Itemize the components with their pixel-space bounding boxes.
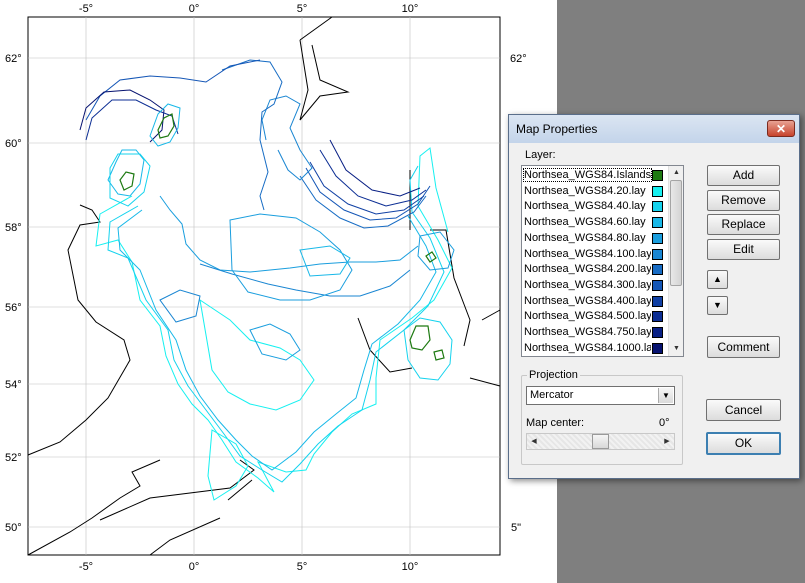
lat-label: 54° <box>5 379 22 391</box>
projection-label: Projection <box>527 369 580 381</box>
layer-list-item[interactable]: Northsea_WGS84.100.lay <box>523 247 667 263</box>
close-icon: ✕ <box>775 122 787 136</box>
layer-list-item[interactable]: Northsea_WGS84.300.lay <box>523 278 667 294</box>
dialog-titlebar[interactable]: Map Properties ✕ <box>509 115 799 143</box>
lon-label-bottom: -5° <box>79 561 93 573</box>
layer-color-swatch[interactable] <box>652 264 663 276</box>
layer-color-swatch[interactable] <box>652 279 663 291</box>
layer-list-item[interactable]: Northsea_WGS84.1000.la <box>523 341 667 356</box>
layer-list-item[interactable]: Northsea_WGS84.20.lay <box>523 184 667 200</box>
layer-list-item[interactable]: Northsea_WGS84.80.lay <box>523 231 667 247</box>
layer-name: Northsea_WGS84.100.lay <box>524 247 651 260</box>
layer-color-swatch[interactable] <box>652 170 663 181</box>
map-center-thumb[interactable] <box>592 434 609 449</box>
map-center-value: 0° <box>659 417 670 429</box>
lat-label: 56° <box>5 302 22 314</box>
lat-label: 52° <box>5 452 22 464</box>
layer-name: Northsea_WGS84.40.lay <box>524 200 646 213</box>
layer-list-item[interactable]: Northsea_WGS84.400.lay <box>523 294 667 310</box>
layer-color-swatch[interactable] <box>652 342 663 354</box>
lat-label-right: 62° <box>510 53 527 65</box>
projection-select[interactable]: Mercator ▼ <box>526 386 675 405</box>
layer-list-scrollbar[interactable]: ▲ ▼ <box>668 166 683 356</box>
lat-label: 50° <box>5 522 22 534</box>
replace-button[interactable]: Replace <box>707 214 780 235</box>
map-properties-dialog: Map Properties ✕ Layer: Northsea_WGS84.I… <box>508 114 800 479</box>
layer-list-item[interactable]: Northsea_WGS84.40.lay <box>523 199 667 215</box>
move-down-button[interactable]: ▼ <box>707 296 728 315</box>
layer-name: Northsea_WGS84.750.lay <box>524 326 651 338</box>
lon-label-bottom: 5° <box>297 561 308 573</box>
layer-name: Northsea_WGS84.80.lay <box>524 231 646 244</box>
layer-color-swatch[interactable] <box>652 248 663 260</box>
add-button[interactable]: Add <box>707 165 780 186</box>
edit-button[interactable]: Edit <box>707 239 780 260</box>
close-button[interactable]: ✕ <box>767 120 795 137</box>
layer-color-swatch[interactable] <box>652 232 663 244</box>
lon-label-top: 10° <box>402 3 419 15</box>
lon-label-top: 5° <box>297 3 308 15</box>
layer-list[interactable]: Northsea_WGS84.Islands. Northsea_WGS84.20… <box>521 165 684 357</box>
layer-name: Northsea_WGS84.60.lay <box>524 216 646 229</box>
layer-list-item[interactable]: Northsea_WGS84.200.lay <box>523 262 667 278</box>
layer-list-item[interactable]: Northsea_WGS84.500.lay <box>523 309 667 325</box>
arrow-up-icon: ▲ <box>713 274 722 284</box>
lat-label: 60° <box>5 138 22 150</box>
scroll-left-arrow-icon[interactable]: ◀ <box>527 434 541 449</box>
ok-button[interactable]: OK <box>706 432 781 455</box>
layer-color-swatch[interactable] <box>652 217 663 229</box>
projection-value: Mercator <box>530 389 574 401</box>
layer-list-item[interactable]: Northsea_WGS84.750.lay <box>523 325 667 341</box>
layer-color-swatch[interactable] <box>652 185 663 197</box>
layer-color-swatch[interactable] <box>652 327 663 338</box>
lon-label-bottom: 0° <box>189 561 200 573</box>
layer-name: Northsea_WGS84.500.lay <box>524 310 651 323</box>
comment-button[interactable]: Comment <box>707 336 780 358</box>
map-center-slider[interactable]: ◀ ▶ <box>526 433 675 450</box>
layer-color-swatch[interactable] <box>652 311 663 323</box>
lon-label-top: -5° <box>79 3 93 15</box>
dialog-title: Map Properties <box>516 122 598 136</box>
layer-label: Layer: <box>525 149 556 161</box>
arrow-down-icon: ▼ <box>713 300 722 310</box>
layer-name: Northsea_WGS84.400.lay <box>524 294 651 307</box>
lon-label-top: 0° <box>189 3 200 15</box>
layer-name: Northsea_WGS84.20.lay <box>524 184 646 197</box>
move-up-button[interactable]: ▲ <box>707 270 728 289</box>
scroll-up-arrow-icon[interactable]: ▲ <box>669 166 683 180</box>
scroll-down-arrow-icon[interactable]: ▼ <box>669 342 683 356</box>
lat-label: 62° <box>5 53 22 65</box>
layer-name: Northsea_WGS84.Islands. <box>523 168 652 182</box>
cancel-button[interactable]: Cancel <box>706 399 781 421</box>
lat-label: 58° <box>5 222 22 234</box>
layer-color-swatch[interactable] <box>652 295 663 307</box>
chevron-down-icon[interactable]: ▼ <box>658 388 673 403</box>
scroll-right-arrow-icon[interactable]: ▶ <box>660 434 674 449</box>
layer-name: Northsea_WGS84.200.lay <box>524 263 651 276</box>
map-plot: -5° 0° 5° 10° -5° 0° 5° 10° 62° 60° 58° … <box>5 3 527 573</box>
remove-button[interactable]: Remove <box>707 190 780 211</box>
map-center-label: Map center: <box>526 417 585 429</box>
layer-name: Northsea_WGS84.300.lay <box>524 278 651 291</box>
lat-label-right-cut: 5" <box>511 522 521 534</box>
scroll-thumb[interactable] <box>670 180 682 286</box>
layer-list-item[interactable]: Northsea_WGS84.Islands. <box>523 168 667 184</box>
layer-list-item[interactable]: Northsea_WGS84.60.lay <box>523 215 667 231</box>
map-canvas[interactable]: -5° 0° 5° 10° -5° 0° 5° 10° 62° 60° 58° … <box>0 0 557 583</box>
layer-name: Northsea_WGS84.1000.la <box>524 341 651 354</box>
lon-label-bottom: 10° <box>402 561 419 573</box>
layer-color-swatch[interactable] <box>652 201 663 213</box>
